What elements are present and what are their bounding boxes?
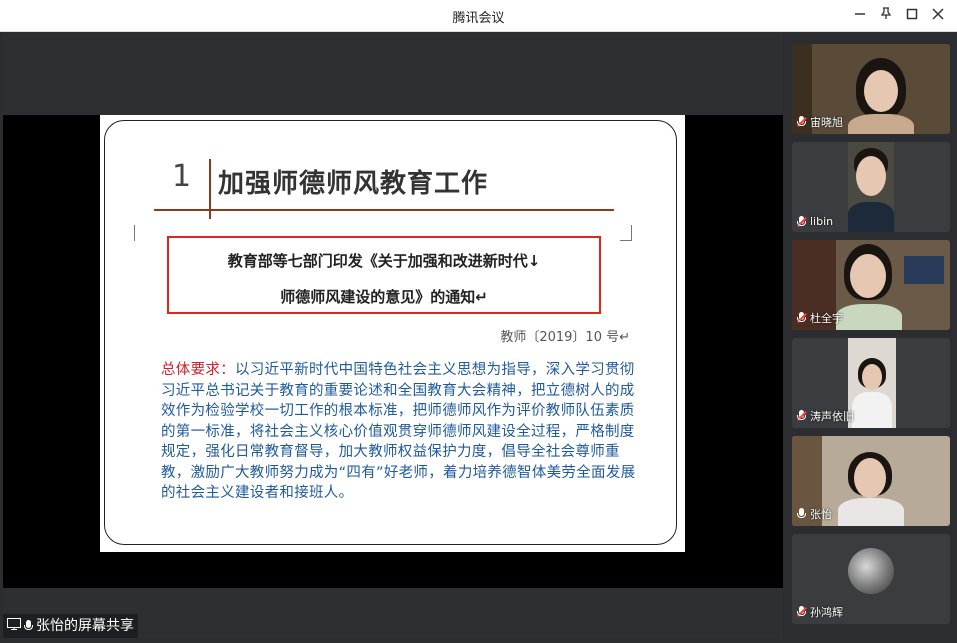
participant-name-row: 宙晓旭	[797, 114, 843, 130]
slide-divider-horizontal	[154, 209, 614, 211]
participant-tile[interactable]: 涛声依旧	[792, 338, 950, 428]
microphone-muted-icon	[797, 606, 807, 618]
close-icon[interactable]	[928, 6, 948, 26]
pin-icon[interactable]	[876, 6, 896, 26]
notice-line-1: 教育部等七部门印发《关于加强和改进新时代↓	[227, 252, 541, 270]
participant-avatar	[848, 548, 894, 594]
stage-top-band	[3, 33, 783, 115]
slide-title: 加强师德师风教育工作	[218, 169, 489, 199]
participant-tile[interactable]: 孙鸿辉	[792, 534, 950, 624]
participant-name: libin	[810, 215, 834, 228]
participant-name-row: 杜全宇	[797, 310, 843, 326]
requirements-label: 总体要求：	[161, 362, 235, 378]
microphone-muted-icon	[797, 116, 807, 128]
requirements-text: 以习近平新时代中国特色社会主义思想为指导，深入学习贯彻习近平总书记关于教育的重要…	[161, 362, 636, 501]
notice-line-2: 师德师风建设的意见》的通知↵	[280, 288, 488, 306]
corner-mark-left	[134, 225, 141, 241]
participant-tile[interactable]: 张怡	[792, 436, 950, 526]
participant-name-row: 孙鸿辉	[797, 604, 843, 620]
minimize-icon[interactable]	[850, 6, 870, 26]
shared-slide: 1 加强师德师风教育工作 教育部等七部门印发《关于加强和改进新时代↓ 师德师风建…	[100, 115, 685, 552]
microphone-muted-icon	[797, 215, 807, 228]
title-bar: 腾讯会议	[0, 0, 957, 32]
participant-tile[interactable]: libin	[792, 142, 950, 232]
participant-name: 杜全宇	[810, 312, 843, 325]
document-number: 教师〔2019〕10 号↵	[500, 330, 630, 345]
participant-list: 宙晓旭 libin 杜全宇 涛声依旧 张怡 孙鸿辉	[789, 40, 954, 640]
participant-name-row: 张怡	[797, 506, 832, 522]
screen-share-label: 张怡的屏幕共享	[36, 618, 134, 634]
screen-share-banner[interactable]: 张怡的屏幕共享	[3, 614, 138, 638]
participant-video	[848, 338, 896, 428]
participant-name: 张怡	[810, 508, 832, 521]
participant-tile[interactable]: 宙晓旭	[792, 44, 950, 134]
requirements-paragraph: 总体要求：以习近平新时代中国特色社会主义思想为指导，深入学习贯彻习近平总书记关于…	[161, 360, 644, 504]
notice-box: 教育部等七部门印发《关于加强和改进新时代↓ 师德师风建设的意见》的通知↵	[167, 236, 601, 314]
slide-section-number: 1	[172, 159, 192, 194]
screen-share-icon	[7, 614, 21, 638]
participant-name-row: libin	[797, 215, 833, 228]
microphone-muted-icon	[797, 410, 807, 422]
microphone-icon	[24, 620, 33, 632]
participant-name: 宙晓旭	[810, 116, 843, 129]
participant-name: 孙鸿辉	[810, 606, 843, 619]
participant-name-row: 涛声依旧	[797, 408, 854, 424]
participant-name: 涛声依旧	[810, 410, 854, 423]
shared-screen-area: 1 加强师德师风教育工作 教育部等七部门印发《关于加强和改进新时代↓ 师德师风建…	[3, 33, 783, 639]
participant-tile[interactable]: 杜全宇	[792, 240, 950, 330]
participant-video	[848, 142, 894, 232]
maximize-icon[interactable]	[902, 6, 922, 26]
window-title: 腾讯会议	[452, 11, 505, 26]
microphone-icon	[797, 508, 806, 520]
corner-mark-right	[620, 225, 632, 241]
microphone-muted-icon	[797, 312, 807, 324]
